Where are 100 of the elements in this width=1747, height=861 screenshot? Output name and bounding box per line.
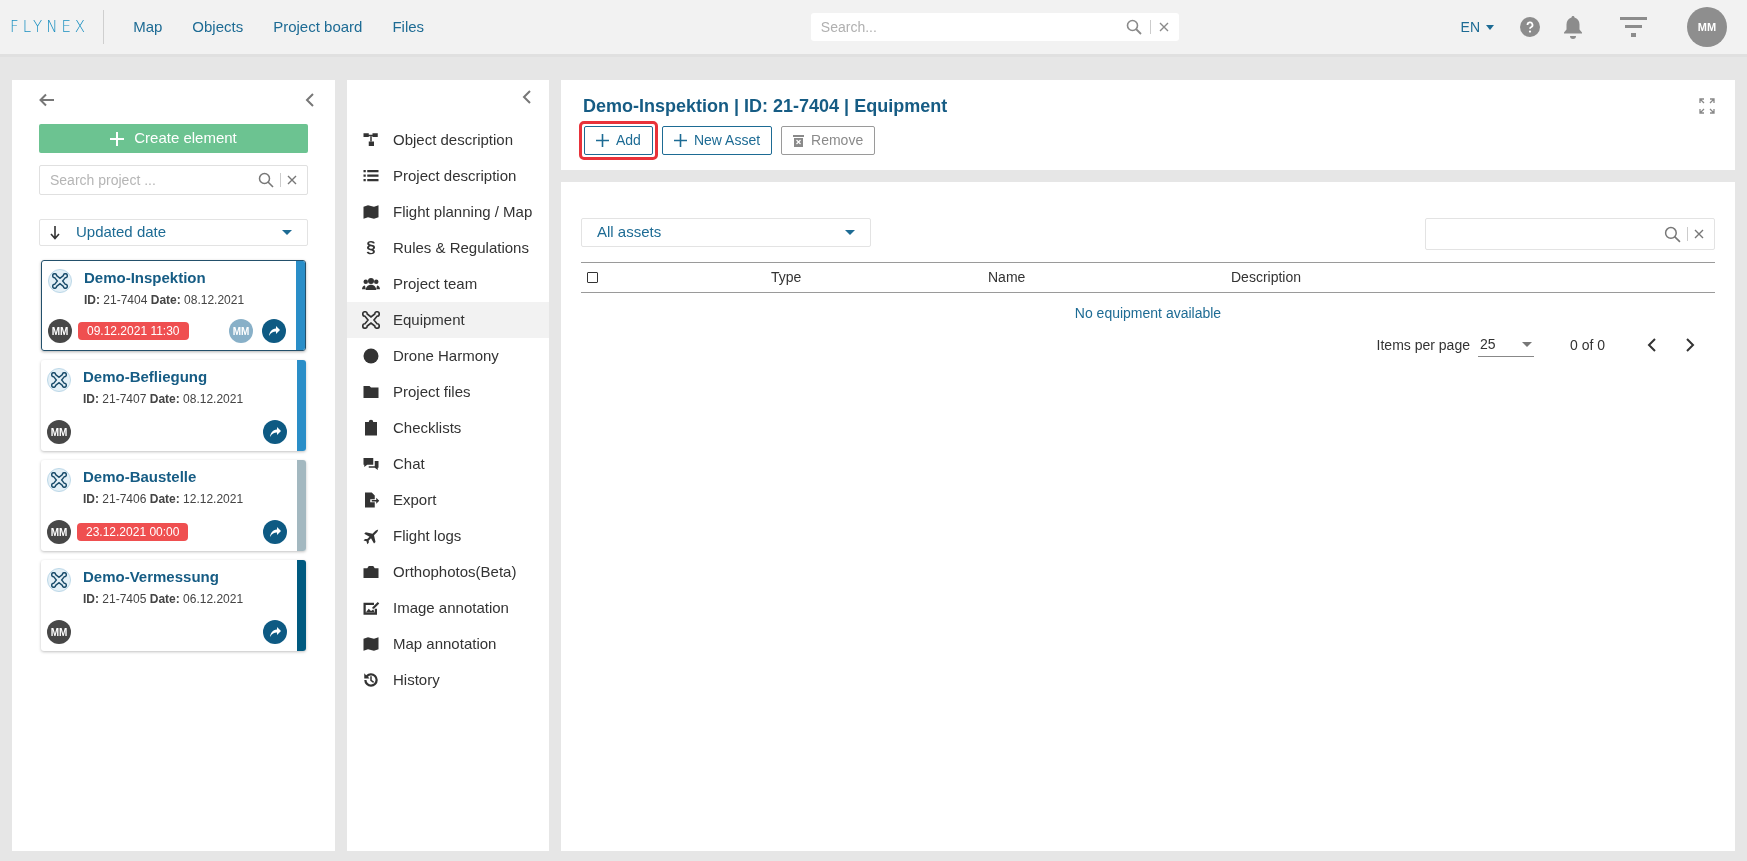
project-card[interactable]: Demo-Befliegung ID: 21-7407 Date: 08.12.2021 MM — [41, 360, 306, 451]
menu-item[interactable]: Export — [347, 482, 549, 518]
previous-page-icon[interactable] — [1647, 338, 1656, 352]
next-page-icon[interactable] — [1686, 338, 1695, 352]
deadline-badge: 23.12.2021 00:00 — [77, 523, 189, 541]
menu-label: Object description — [393, 129, 514, 150]
menu-item[interactable]: § Rules & Regulations — [347, 230, 549, 266]
menu-label: Image annotation — [393, 597, 509, 618]
search-icon[interactable] — [258, 172, 274, 188]
card-meta: ID: 21-7406 Date: 12.12.2021 — [83, 491, 244, 508]
items-per-page-dropdown[interactable]: 25 — [1477, 333, 1534, 357]
language-dropdown[interactable]: EN — [1460, 16, 1494, 38]
card-meta: ID: 21-7405 Date: 06.12.2021 — [83, 591, 244, 608]
search-field[interactable]: Search... — [820, 16, 1118, 38]
export-icon — [362, 491, 380, 509]
bell-icon[interactable] — [1562, 15, 1584, 39]
project-card[interactable]: Demo-Vermessung ID: 21-7405 Date: 06.12.2021 MM — [41, 560, 306, 651]
page-range: 0 of 0 — [1569, 335, 1605, 355]
trash-icon — [793, 134, 805, 147]
nav-link[interactable]: Objects — [177, 15, 259, 39]
checkbox[interactable] — [587, 272, 598, 283]
share-icon — [269, 427, 281, 437]
menu-label: Project team — [393, 273, 478, 294]
search-bar[interactable]: Search project ... — [39, 165, 308, 195]
menu-item[interactable]: Chat — [347, 446, 549, 482]
help-icon[interactable] — [1520, 17, 1540, 37]
menu-item[interactable]: Flight logs — [347, 518, 549, 554]
menu-item[interactable]: Equipment — [347, 302, 549, 338]
clipboard-check-icon — [362, 419, 380, 437]
share-button[interactable] — [262, 319, 286, 343]
page-title: Demo-Inspektion | ID: 21-7404 | Equipment — [583, 95, 948, 118]
project-card[interactable]: Demo-Baustelle ID: 21-7406 Date: 12.12.2021 MM 23.12.2021 00:00 — [41, 460, 306, 551]
down-arrow-icon — [50, 225, 60, 240]
airplane-icon — [362, 527, 380, 545]
menu-item[interactable]: History — [347, 662, 549, 698]
menu-item[interactable]: Checklists — [347, 410, 549, 446]
collapse-icon[interactable] — [522, 90, 531, 104]
users-icon — [362, 275, 380, 293]
search-icon[interactable] — [1664, 225, 1681, 243]
share-icon — [269, 527, 281, 537]
menu-item[interactable]: Flight planning / Map — [347, 194, 549, 230]
search-bar[interactable]: Search... — [810, 13, 1179, 41]
caret-icon — [1521, 342, 1532, 347]
owner-avatar: MM — [47, 520, 71, 544]
card-title: Demo-Inspektion — [84, 268, 207, 288]
image-edit-icon — [362, 599, 380, 617]
column-header[interactable]: Name — [988, 267, 1231, 288]
share-button[interactable] — [263, 620, 287, 644]
close-icon[interactable] — [1694, 229, 1704, 239]
filter-icon[interactable] — [1620, 16, 1647, 38]
sort-dropdown[interactable]: Updated date — [39, 219, 308, 246]
chat-icon — [362, 455, 380, 473]
close-icon[interactable] — [1158, 22, 1169, 32]
search-field[interactable] — [1425, 218, 1715, 250]
menu-item[interactable]: Project files — [347, 374, 549, 410]
assignee-avatar: MM — [229, 319, 253, 343]
nav-link[interactable]: Files — [377, 15, 440, 39]
owner-avatar: MM — [47, 620, 71, 644]
share-button[interactable] — [263, 520, 287, 544]
share-button[interactable] — [263, 420, 287, 444]
menu-item[interactable]: Orthophotos(Beta) — [347, 554, 549, 590]
owner-avatar: MM — [47, 420, 71, 444]
menu-label: Checklists — [393, 417, 462, 438]
items-per-page-label: Items per page — [1376, 335, 1470, 355]
sitemap-icon — [362, 131, 380, 149]
project-card[interactable]: Demo-Inspektion ID: 21-7404 Date: 08.12.2021 MM 09.12.2021 11:30 MM — [41, 260, 306, 351]
owner-avatar: MM — [48, 319, 72, 343]
menu-label: Equipment — [393, 309, 465, 330]
asset-filter-dropdown[interactable]: All assets — [581, 218, 871, 247]
deadline-badge: 09.12.2021 11:30 — [78, 322, 189, 340]
search-field[interactable]: Search project ... — [50, 169, 252, 191]
close-icon[interactable] — [287, 175, 297, 185]
toolbar-button[interactable]: Add — [584, 126, 653, 155]
menu-label: Export — [393, 489, 437, 510]
section-sign-icon: § — [362, 235, 380, 261]
menu-item[interactable]: Drone Harmony — [347, 338, 549, 374]
folder-icon — [362, 383, 380, 401]
menu-label: History — [393, 669, 440, 690]
menu-item[interactable]: Project description — [347, 158, 549, 194]
column-header[interactable]: Type — [771, 267, 988, 288]
nav-link[interactable]: Map — [118, 15, 178, 39]
fullscreen-icon[interactable] — [1699, 98, 1715, 114]
filter-label: All assets — [597, 222, 663, 243]
toolbar-button[interactable]: New Asset — [661, 126, 773, 155]
menu-item[interactable]: Image annotation — [347, 590, 549, 626]
card-meta: ID: 21-7404 Date: 08.12.2021 — [84, 292, 245, 309]
menu-label: Orthophotos(Beta) — [393, 561, 517, 582]
menu-item[interactable]: Project team — [347, 266, 549, 302]
history-icon — [362, 671, 380, 689]
menu-item[interactable]: Map annotation — [347, 626, 549, 662]
column-header[interactable]: Description — [1231, 267, 1715, 288]
back-arrow-icon[interactable] — [39, 93, 55, 107]
nav-link[interactable]: Project board — [258, 15, 378, 39]
share-icon — [268, 326, 280, 336]
menu-label: Rules & Regulations — [393, 237, 529, 258]
search-icon[interactable] — [1125, 19, 1142, 35]
collapse-icon[interactable] — [305, 93, 314, 107]
menu-label: Flight logs — [393, 525, 462, 546]
card-title: Demo-Befliegung — [83, 367, 209, 387]
menu-item[interactable]: Object description — [347, 122, 549, 158]
